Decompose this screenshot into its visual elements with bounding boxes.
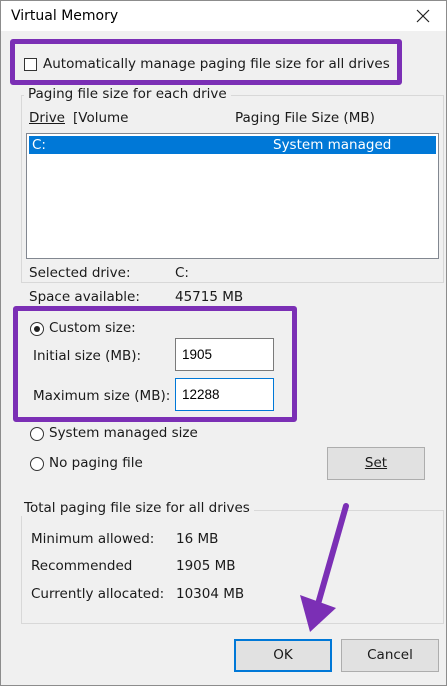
currently-allocated-label: Currently allocated:	[31, 586, 165, 602]
recommended-label: Recommended	[31, 558, 133, 574]
ok-button[interactable]: OK	[234, 639, 332, 672]
drive-row-drive: C:	[32, 137, 46, 153]
cancel-button-label: Cancel	[367, 647, 413, 663]
system-managed-radio[interactable]	[30, 427, 44, 441]
drive-row-size: System managed	[273, 137, 392, 153]
window-title: Virtual Memory	[11, 8, 119, 24]
title-bar: Virtual Memory	[1, 1, 446, 31]
minimum-allowed-value: 16 MB	[176, 531, 219, 547]
drive-row[interactable]: C: System managed	[29, 136, 436, 154]
drives-listbox[interactable]: C: System managed	[26, 133, 439, 259]
highlight-box-custom-size	[13, 306, 297, 422]
total-group-title: Total paging file size for all drives	[20, 500, 254, 516]
cancel-button[interactable]: Cancel	[341, 639, 439, 672]
column-drive: Drive	[29, 110, 65, 126]
ok-button-label: OK	[273, 647, 293, 663]
recommended-value: 1905 MB	[176, 558, 236, 574]
minimum-allowed-label: Minimum allowed:	[31, 531, 155, 547]
no-paging-radio[interactable]	[30, 457, 44, 471]
highlight-box-auto-manage	[10, 39, 402, 85]
space-available-label: Space available:	[29, 289, 140, 305]
column-size: Paging File Size (MB)	[235, 110, 375, 126]
column-volume: [Volume	[73, 110, 129, 126]
selected-drive-value: C:	[175, 265, 189, 281]
close-icon[interactable]	[414, 7, 432, 25]
currently-allocated-value: 10304 MB	[176, 586, 245, 602]
system-managed-label: System managed size	[49, 425, 198, 441]
space-available-value: 45715 MB	[175, 289, 244, 305]
selected-drive-label: Selected drive:	[29, 265, 131, 281]
no-paging-label: No paging file	[49, 455, 143, 471]
annotation-arrow-icon	[300, 503, 349, 632]
set-button-label: Set	[364, 455, 388, 471]
set-button[interactable]: Set	[327, 447, 425, 480]
no-paging-option[interactable]: No paging file	[30, 455, 180, 475]
drives-group-title: Paging file size for each drive	[24, 86, 231, 102]
system-managed-option[interactable]: System managed size	[30, 425, 210, 445]
